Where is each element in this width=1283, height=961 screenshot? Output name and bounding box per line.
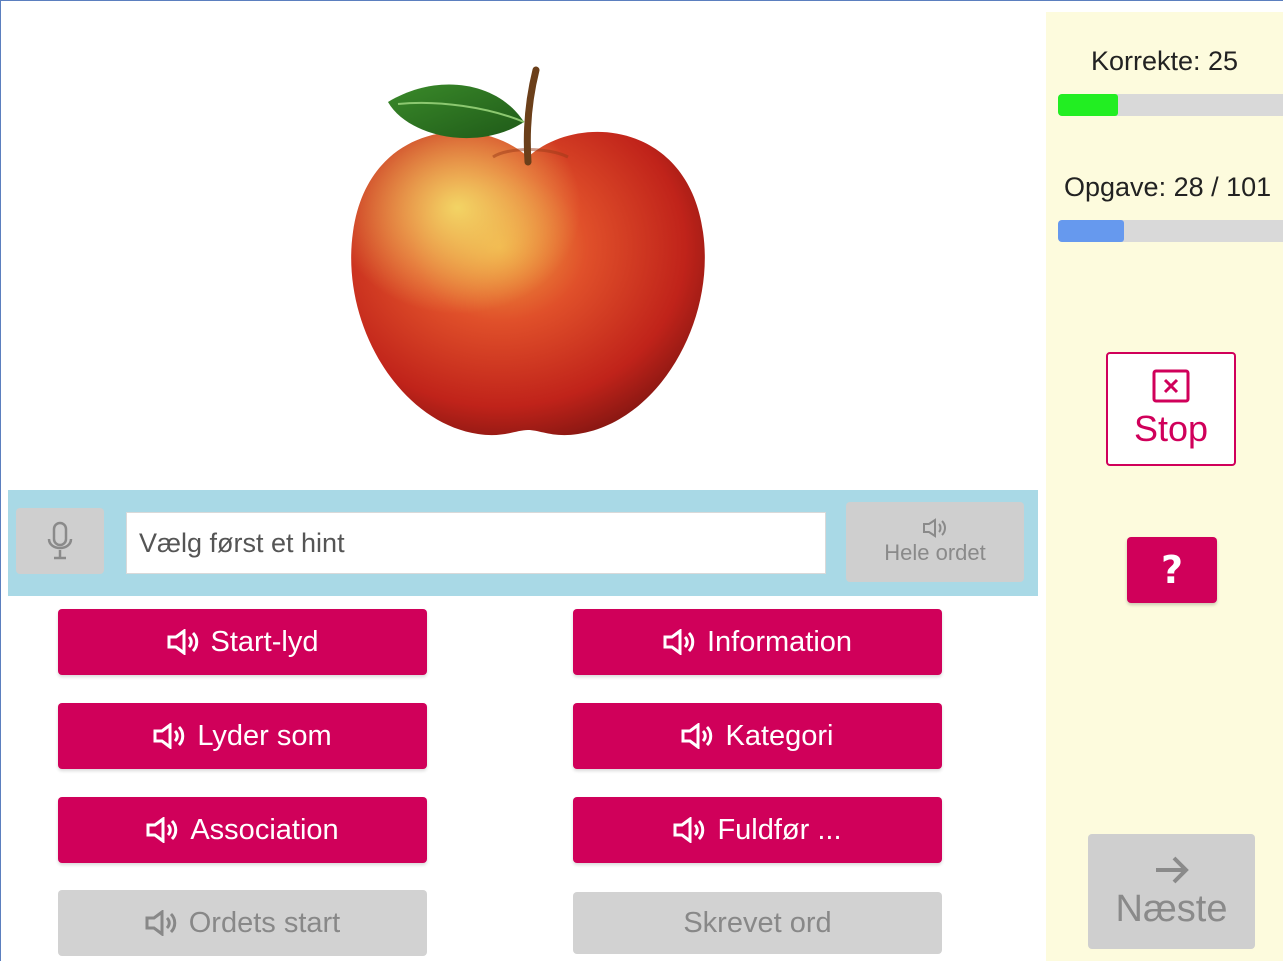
complete-label: Fuldfør ...: [717, 813, 842, 846]
microphone-button[interactable]: [16, 508, 104, 574]
hint-bar: Hele ordet: [8, 490, 1038, 596]
association-button[interactable]: Association: [58, 797, 427, 863]
score-sidebar: Korrekte: 25 Opgave: 28 / 101 Stop ? Næs…: [1046, 12, 1283, 961]
word-start-label: Ordets start: [188, 906, 341, 939]
speaker-icon: [167, 629, 201, 655]
help-label: ?: [1160, 548, 1184, 592]
apple-picture: [351, 66, 705, 436]
category-label: Kategori: [725, 719, 834, 752]
sounds-like-button[interactable]: Lyder som: [58, 703, 427, 769]
next-label: Næste: [1115, 888, 1228, 930]
start-sound-button[interactable]: Start-lyd: [58, 609, 427, 675]
whole-word-label: Hele ordet: [884, 540, 986, 565]
close-box-icon: [1152, 369, 1190, 403]
information-label: Information: [706, 625, 853, 658]
information-button[interactable]: Information: [573, 609, 942, 675]
written-word-button[interactable]: Skrevet ord: [573, 892, 942, 954]
written-word-label: Skrevet ord: [683, 906, 832, 939]
help-button[interactable]: ?: [1127, 537, 1217, 603]
speaker-icon: [922, 518, 948, 538]
speaker-icon: [145, 910, 179, 936]
sounds-like-label: Lyder som: [197, 719, 332, 752]
speaker-icon: [153, 723, 187, 749]
association-label: Association: [190, 813, 339, 846]
speaker-icon: [663, 629, 697, 655]
speaker-icon: [146, 817, 180, 843]
next-button[interactable]: Næste: [1088, 834, 1255, 949]
whole-word-button[interactable]: Hele ordet: [846, 502, 1024, 582]
speaker-icon: [681, 723, 715, 749]
word-start-button[interactable]: Ordets start: [58, 890, 427, 956]
stop-button[interactable]: Stop: [1106, 352, 1236, 466]
correct-progress-bar: [1058, 94, 1283, 116]
microphone-icon: [47, 521, 73, 560]
speaker-icon: [673, 817, 707, 843]
complete-button[interactable]: Fuldfør ...: [573, 797, 942, 863]
task-progress-fill: [1058, 220, 1125, 242]
correct-count: Korrekte: 25: [1090, 46, 1239, 76]
task-progress-bar: [1058, 220, 1283, 242]
stop-label: Stop: [1133, 408, 1209, 449]
category-button[interactable]: Kategori: [573, 703, 942, 769]
start-sound-label: Start-lyd: [210, 625, 319, 658]
answer-input[interactable]: [126, 512, 826, 574]
arrow-right-icon: [1155, 856, 1189, 884]
exercise-area: Hele ordet Start-lyd Information Lyder s…: [8, 12, 1038, 961]
correct-progress-fill: [1058, 94, 1118, 116]
task-count: Opgave: 28 / 101: [1064, 172, 1272, 202]
